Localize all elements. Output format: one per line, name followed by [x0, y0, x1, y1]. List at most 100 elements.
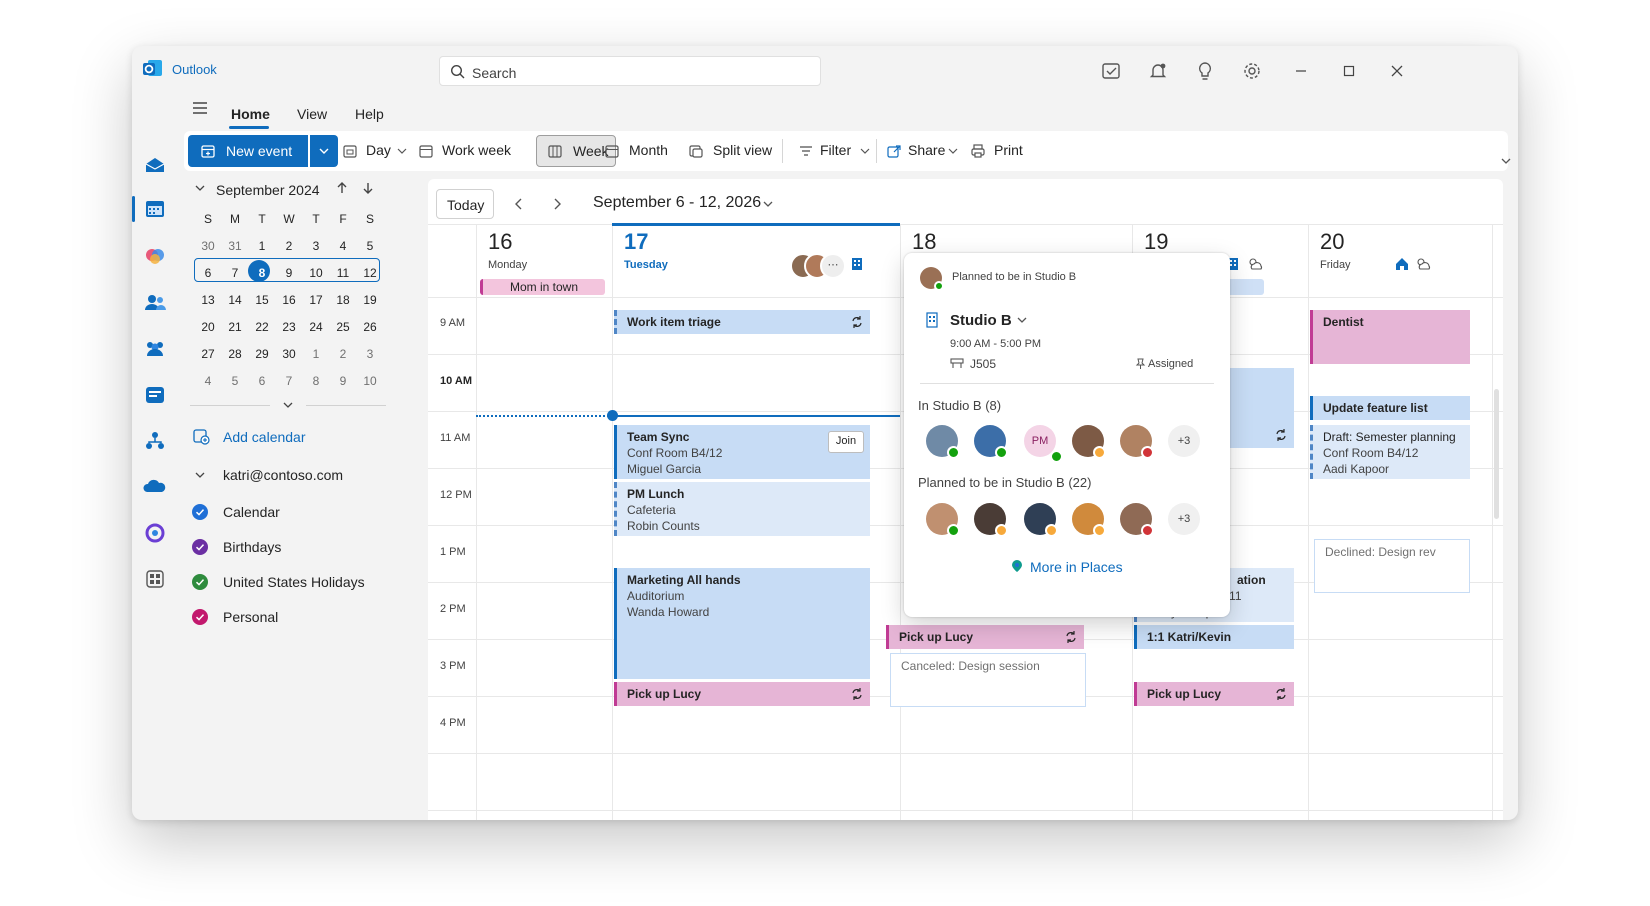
person-avatar[interactable] [1120, 425, 1154, 459]
event-pick-up-lucy[interactable]: Pick up Lucy [614, 682, 870, 706]
mini-calendar-day[interactable]: 25 [329, 320, 357, 334]
calendar-checkbox-icon[interactable] [192, 574, 208, 590]
mini-calendar-day[interactable]: 21 [221, 320, 249, 334]
mini-calendar-day[interactable]: 27 [194, 347, 222, 361]
arrow-up-icon[interactable] [334, 180, 350, 196]
event-update-feature-list[interactable]: Update feature list [1310, 396, 1470, 420]
ribbon-collapse-chevron-icon[interactable] [1500, 156, 1512, 166]
event-canceled-design-session[interactable]: Canceled: Design session [890, 653, 1086, 707]
split-view-button[interactable]: Split view [713, 142, 772, 158]
new-event-dropdown[interactable] [310, 135, 338, 167]
mini-calendar-day[interactable]: 1 [302, 347, 330, 361]
mini-calendar-day[interactable]: 5 [356, 239, 384, 253]
org-explorer-icon[interactable] [142, 428, 168, 454]
event-declined-design-review[interactable]: Declined: Design rev [1314, 539, 1470, 593]
person-avatar[interactable] [926, 425, 960, 459]
more-people-button[interactable]: +3 [1168, 425, 1200, 457]
hamburger-menu-icon[interactable] [190, 98, 210, 118]
day-number[interactable]: 18 [912, 229, 936, 255]
person-avatar[interactable] [1120, 503, 1154, 537]
chevron-down-icon[interactable] [860, 147, 870, 155]
mini-calendar-day[interactable]: 8 [248, 266, 276, 280]
join-meeting-button[interactable]: Join [828, 431, 864, 453]
minimize-icon[interactable] [1290, 60, 1312, 82]
all-day-event[interactable]: Mom in town [480, 279, 605, 295]
event-marketing-all-hands[interactable]: Marketing All hands Auditorium Wanda How… [614, 568, 870, 679]
calendar-list-item[interactable]: Birthdays [168, 536, 368, 558]
mini-calendar-day[interactable]: 30 [275, 347, 303, 361]
home-icon[interactable] [1394, 256, 1410, 272]
mini-calendar-day[interactable]: 14 [221, 293, 249, 307]
person-avatar[interactable] [1024, 503, 1058, 537]
event-pick-up-lucy[interactable]: Pick up Lucy [886, 625, 1084, 649]
mini-calendar-day[interactable]: 8 [302, 374, 330, 388]
day-number[interactable]: 19 [1144, 229, 1168, 255]
chevron-down-icon[interactable] [948, 147, 958, 155]
mini-calendar-day[interactable]: 28 [221, 347, 249, 361]
calendar-list-item[interactable]: United States Holidays [168, 571, 368, 593]
copilot-icon[interactable] [142, 243, 168, 269]
month-view-button[interactable]: Month [629, 142, 668, 158]
loop-icon[interactable] [142, 520, 168, 546]
mail-icon[interactable] [142, 152, 168, 178]
calendar-list-item[interactable]: Personal [168, 606, 368, 628]
calendar-checkbox-icon[interactable] [192, 504, 208, 520]
tab-view[interactable]: View [297, 106, 327, 122]
event-one-on-one[interactable]: 1:1 Katri/Kevin [1134, 625, 1294, 649]
person-avatar[interactable] [1072, 503, 1106, 537]
account-email[interactable]: katri@contoso.com [223, 467, 343, 483]
mini-calendar-day[interactable]: 22 [248, 320, 276, 334]
mini-calendar-day[interactable]: 1 [248, 239, 276, 253]
day-number[interactable]: 16 [488, 229, 512, 255]
filter-button[interactable]: Filter [820, 142, 851, 158]
next-week-icon[interactable] [550, 196, 564, 212]
arrow-down-icon[interactable] [360, 180, 376, 196]
work-week-button[interactable]: Work week [442, 142, 511, 158]
mini-calendar-day[interactable]: 29 [248, 347, 276, 361]
day-number[interactable]: 20 [1320, 229, 1344, 255]
more-people-button[interactable]: +3 [1168, 503, 1200, 535]
mini-calendar-day[interactable]: 30 [194, 239, 222, 253]
today-button[interactable]: Today [436, 189, 494, 219]
mini-calendar-day[interactable]: 16 [275, 293, 303, 307]
notes-icon[interactable] [1100, 60, 1122, 82]
mini-calendar-day[interactable]: 13 [194, 293, 222, 307]
date-range-chevron-icon[interactable] [762, 199, 774, 209]
office-building-icon[interactable] [850, 256, 864, 272]
scrollbar-thumb[interactable] [1494, 389, 1499, 519]
mini-calendar-day[interactable]: 6 [248, 374, 276, 388]
previous-week-icon[interactable] [512, 196, 526, 212]
calendar-checkbox-icon[interactable] [192, 609, 208, 625]
mini-calendar-day[interactable]: 17 [302, 293, 330, 307]
notification-bell-icon[interactable] [1147, 60, 1169, 82]
date-range-title[interactable]: September 6 - 12, 2026 [593, 194, 761, 212]
mini-calendar-day[interactable]: 9 [329, 374, 357, 388]
lightbulb-icon[interactable] [1194, 60, 1216, 82]
tab-help[interactable]: Help [355, 106, 384, 122]
settings-gear-icon[interactable] [1241, 60, 1263, 82]
chevron-down-icon[interactable] [1016, 315, 1028, 325]
mini-calendar-day[interactable]: 24 [302, 320, 330, 334]
mini-calendar-day[interactable]: 23 [275, 320, 303, 334]
search-box[interactable]: Search [439, 56, 821, 86]
close-icon[interactable] [1386, 60, 1408, 82]
mini-calendar-day[interactable]: 19 [356, 293, 384, 307]
mini-calendar-day[interactable]: 10 [356, 374, 384, 388]
mini-calendar-day[interactable]: 31 [221, 239, 249, 253]
calendar-icon[interactable] [142, 196, 168, 222]
mini-calendar-day[interactable]: 4 [194, 374, 222, 388]
event-pick-up-lucy[interactable]: Pick up Lucy [1134, 682, 1294, 706]
mini-calendar-day[interactable]: 2 [329, 347, 357, 361]
account-collapse-chevron-icon[interactable] [194, 470, 206, 480]
add-calendar-link[interactable]: Add calendar [223, 429, 306, 445]
person-avatar[interactable] [974, 503, 1008, 537]
day-view-button[interactable]: Day [366, 142, 391, 158]
print-button[interactable]: Print [994, 142, 1023, 158]
chevron-down-icon[interactable] [397, 147, 407, 155]
event-draft-semester-planning[interactable]: Draft: Semester planning Conf Room B4/12… [1310, 425, 1470, 479]
calendar-list-item[interactable]: Calendar [168, 501, 368, 523]
people-icon[interactable] [142, 290, 168, 316]
mini-calendar-day[interactable]: 18 [329, 293, 357, 307]
more-attendees-icon[interactable]: ⋯ [820, 253, 846, 279]
more-in-places-link[interactable]: More in Places [1030, 559, 1123, 575]
